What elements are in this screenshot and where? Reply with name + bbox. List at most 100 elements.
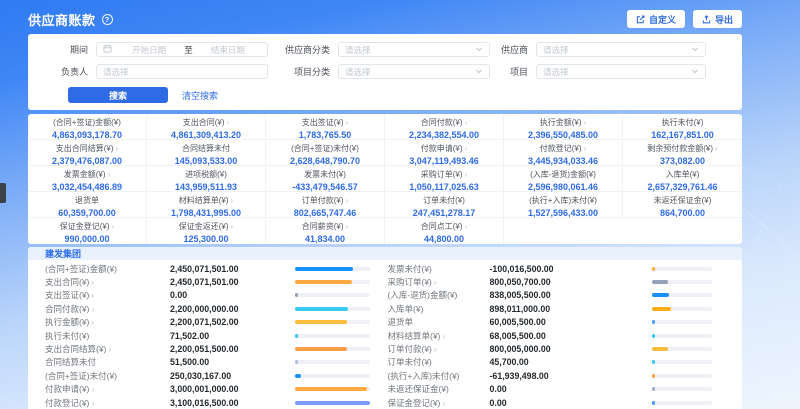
row-bar-fill: [652, 374, 655, 378]
stat-card[interactable]: 合同点工(¥)›44,800.00: [385, 218, 504, 244]
chevron-right-icon: ›: [231, 196, 234, 205]
row-label: 未返还保证金(¥): [388, 383, 490, 395]
stat-label: 进项税额(¥): [147, 169, 265, 180]
stat-value: 802,665,747.46: [266, 208, 384, 218]
chevron-right-icon: ›: [465, 170, 468, 179]
date-range-input[interactable]: 开始日期 至 结束日期: [96, 42, 268, 57]
stat-label: 支出合同结算(¥)›: [28, 143, 146, 154]
row-label[interactable]: 保证金登记(¥)›: [388, 397, 490, 409]
chevron-down-icon: [691, 45, 699, 55]
row-bar-fill: [652, 307, 671, 311]
stat-value: 2,379,476,087.00: [28, 156, 146, 166]
group-section: 建发集团 (合同+签证)金额(¥)2,450,071,501.00支出合同(¥)…: [28, 247, 742, 409]
row-label[interactable]: 订单付款(¥)›: [388, 343, 490, 355]
account-row: 合同付款(¥)›2,200,000,000.00: [45, 302, 370, 315]
stat-card[interactable]: 保证金返还(¥)›125,300.00: [147, 218, 266, 244]
stat-label: 合同结算未付: [147, 143, 265, 154]
row-label: (合同+签证)未付(¥): [45, 370, 170, 382]
stat-card[interactable]: 合同薪资(¥)›41,834.00: [266, 218, 385, 244]
stat-card[interactable]: 执行金额(¥)›2,396,550,485.00: [504, 114, 623, 140]
stat-label: 合同薪资(¥)›: [266, 221, 384, 232]
chevron-right-icon: ›: [108, 170, 111, 179]
row-bar-fill: [652, 334, 655, 338]
account-row: 合同结算未付51,500.00: [45, 356, 370, 369]
row-label: (执行+入库)未付(¥): [388, 370, 490, 382]
row-value: 898,011,000.00: [490, 304, 653, 314]
account-row: 付款登记(¥)›3,100,016,500.00: [45, 396, 370, 409]
account-row: (执行+入库)未付(¥)-61,939,498.00: [388, 369, 713, 382]
stat-label: 执行未付(¥): [623, 117, 742, 128]
stat-card[interactable]: 付款申请(¥)›3,047,119,493.46: [385, 140, 504, 166]
stat-value: 864,700.00: [623, 208, 742, 218]
chevron-right-icon: ›: [715, 144, 718, 153]
row-label[interactable]: 材料结算单(¥)›: [388, 330, 490, 342]
row-label[interactable]: 执行金额(¥)›: [45, 316, 170, 328]
page-container: 供应商账款 ? 自定义 导出 期间 开始日期 至 结束日期: [28, 0, 742, 409]
stat-card[interactable]: 订单付款(¥)›802,665,747.46: [266, 192, 385, 218]
stat-label: 保证金返还(¥)›: [147, 221, 265, 232]
row-label[interactable]: 付款登记(¥)›: [45, 397, 170, 409]
export-button[interactable]: 导出: [693, 10, 742, 28]
account-row: 支出合同(¥)›2,450,071,501.00: [45, 275, 370, 288]
row-bar-fill: [652, 293, 669, 297]
clear-search-link[interactable]: 清空搜索: [182, 89, 218, 102]
row-label[interactable]: 支出合同(¥)›: [45, 276, 170, 288]
stat-card: 进项税额(¥) 143,959,511.93: [147, 166, 266, 192]
stat-label: 支出合同(¥)›: [147, 117, 265, 128]
row-value: 2,200,051,500.00: [170, 344, 295, 354]
row-bar: [295, 374, 370, 378]
stat-card[interactable]: 采购订单(¥)›1,050,117,025.63: [385, 166, 504, 192]
account-row: (入库-退货)金额(¥)838,005,500.00: [388, 289, 713, 302]
stat-card[interactable]: 支出合同结算(¥)› 2,379,476,087.00: [28, 140, 147, 166]
row-label[interactable]: 支出签证(¥)›: [45, 289, 170, 301]
group-name[interactable]: 建发集团: [45, 247, 81, 260]
project-select[interactable]: 请选择: [536, 64, 706, 79]
help-icon[interactable]: ?: [102, 14, 113, 25]
stat-card[interactable]: 保证金登记(¥)›990,000.00: [28, 218, 147, 244]
project-category-label: 项目分类: [268, 65, 330, 78]
stat-value: 3,032,454,486.89: [28, 182, 146, 192]
project-label: 项目: [490, 65, 528, 78]
stat-card: (入库-退货)金额(¥)2,596,980,061.46: [504, 166, 623, 192]
row-label[interactable]: 付款申请(¥)›: [45, 383, 170, 395]
owner-select[interactable]: 请选择: [96, 64, 268, 79]
account-row: 发票未付(¥)-100,016,500.00: [388, 262, 713, 275]
row-value: 250,030,167.00: [170, 371, 295, 381]
page-title: 供应商账款: [28, 10, 96, 29]
stat-card[interactable]: 发票金额(¥)›3,032,454,486.89: [28, 166, 147, 192]
row-bar: [295, 293, 370, 297]
chevron-right-icon: ›: [91, 384, 94, 394]
supplier-category-select[interactable]: 请选择: [338, 42, 490, 57]
row-label: 入库单(¥): [388, 303, 490, 315]
account-row: 退货单60,005,500.00: [388, 316, 713, 329]
row-label[interactable]: 采购订单(¥)›: [388, 276, 490, 288]
stat-value: 143,959,511.93: [147, 182, 265, 192]
collapsed-sidebar-handle[interactable]: [0, 183, 6, 203]
row-label[interactable]: 支出合同结算(¥)›: [45, 343, 170, 355]
stat-card: 发票未付(¥)-433,479,546.57: [266, 166, 385, 192]
chevron-right-icon: ›: [116, 144, 119, 153]
stat-label: 发票未付(¥): [266, 169, 384, 180]
customize-button[interactable]: 自定义: [627, 10, 685, 28]
row-label: 执行未付(¥): [45, 330, 170, 342]
row-label[interactable]: 合同付款(¥)›: [45, 303, 170, 315]
stat-card[interactable]: 支出合同(¥)›4,861,309,413.20: [147, 114, 266, 140]
search-button[interactable]: 搜索: [68, 87, 168, 103]
chevron-right-icon: ›: [112, 222, 115, 231]
export-icon: [702, 15, 711, 24]
stat-card[interactable]: 付款登记(¥)›3,445,934,033.46: [504, 140, 623, 166]
row-value: -100,016,500.00: [490, 264, 653, 274]
stat-label: (合同+签证)金额(¥): [28, 117, 146, 128]
stat-card[interactable]: 合同付款(¥)›2,234,382,554.00: [385, 114, 504, 140]
row-bar: [652, 307, 712, 311]
supplier-select[interactable]: 请选择: [536, 42, 706, 57]
stat-card[interactable]: 材料结算单(¥)›1,798,431,995.00: [147, 192, 266, 218]
stat-card[interactable]: 支出签证(¥)›1,783,765.50: [266, 114, 385, 140]
project-category-select[interactable]: 请选择: [338, 64, 490, 79]
row-value: 3,100,016,500.00: [170, 398, 295, 408]
account-row: (合同+签证)金额(¥)2,450,071,501.00: [45, 262, 370, 275]
row-bar-fill: [652, 267, 655, 271]
stat-card[interactable]: 剩余预付款金额(¥)›373,082.00: [623, 140, 742, 166]
row-value: 838,005,500.00: [490, 290, 653, 300]
row-value: 2,450,071,501.00: [170, 277, 295, 287]
